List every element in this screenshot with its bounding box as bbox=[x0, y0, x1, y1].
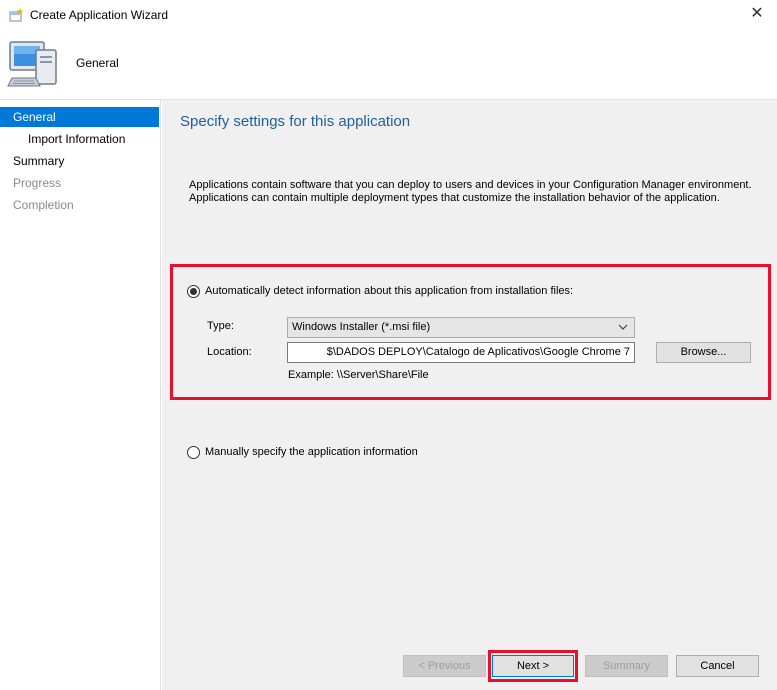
chevron-down-icon bbox=[618, 324, 628, 330]
sidebar-item-summary[interactable]: Summary bbox=[0, 151, 159, 171]
close-icon: ✕ bbox=[750, 5, 764, 22]
description-line-2: Applications can contain multiple deploy… bbox=[189, 192, 720, 204]
next-button[interactable]: Next > bbox=[492, 655, 574, 677]
computer-icon bbox=[7, 41, 57, 87]
manual-label[interactable]: Manually specify the application informa… bbox=[205, 446, 418, 458]
sidebar-item-completion: Completion bbox=[13, 198, 74, 212]
browse-button[interactable]: Browse... bbox=[656, 342, 751, 363]
location-input[interactable]: $\DADOS DEPLOY\Catalogo de Aplicativos\G… bbox=[287, 342, 635, 363]
type-label: Type: bbox=[207, 320, 234, 332]
title-bar: Create Application Wizard ✕ bbox=[0, 0, 777, 30]
previous-button: < Previous bbox=[403, 655, 486, 677]
window-title: Create Application Wizard bbox=[30, 8, 169, 22]
summary-button: Summary bbox=[585, 655, 668, 677]
close-button[interactable]: ✕ bbox=[747, 4, 767, 24]
wizard-content: Specify settings for this application Ap… bbox=[162, 100, 777, 690]
cancel-button[interactable]: Cancel bbox=[676, 655, 759, 677]
page-header-title: General bbox=[76, 56, 119, 70]
auto-detect-label[interactable]: Automatically detect information about t… bbox=[205, 285, 573, 297]
location-label: Location: bbox=[207, 346, 252, 358]
manual-radio[interactable] bbox=[187, 446, 200, 459]
wizard-steps-sidebar: General Import Information Summary Progr… bbox=[0, 100, 161, 690]
sidebar-item-import-information[interactable]: Import Information bbox=[0, 129, 159, 149]
wizard-header: General bbox=[0, 30, 777, 100]
sidebar-item-general[interactable]: General bbox=[0, 107, 159, 127]
description-line-1: Applications contain software that you c… bbox=[189, 179, 752, 191]
page-description: Applications contain software that you c… bbox=[189, 179, 759, 205]
page-title: Specify settings for this application bbox=[180, 113, 411, 130]
auto-detect-radio[interactable] bbox=[187, 285, 200, 298]
type-select-value: Windows Installer (*.msi file) bbox=[292, 321, 431, 333]
type-select[interactable]: Windows Installer (*.msi file) bbox=[287, 317, 635, 338]
sidebar-item-progress: Progress bbox=[13, 176, 62, 190]
location-example: Example: \\Server\Share\File bbox=[288, 369, 429, 381]
wizard-app-icon bbox=[9, 8, 24, 22]
